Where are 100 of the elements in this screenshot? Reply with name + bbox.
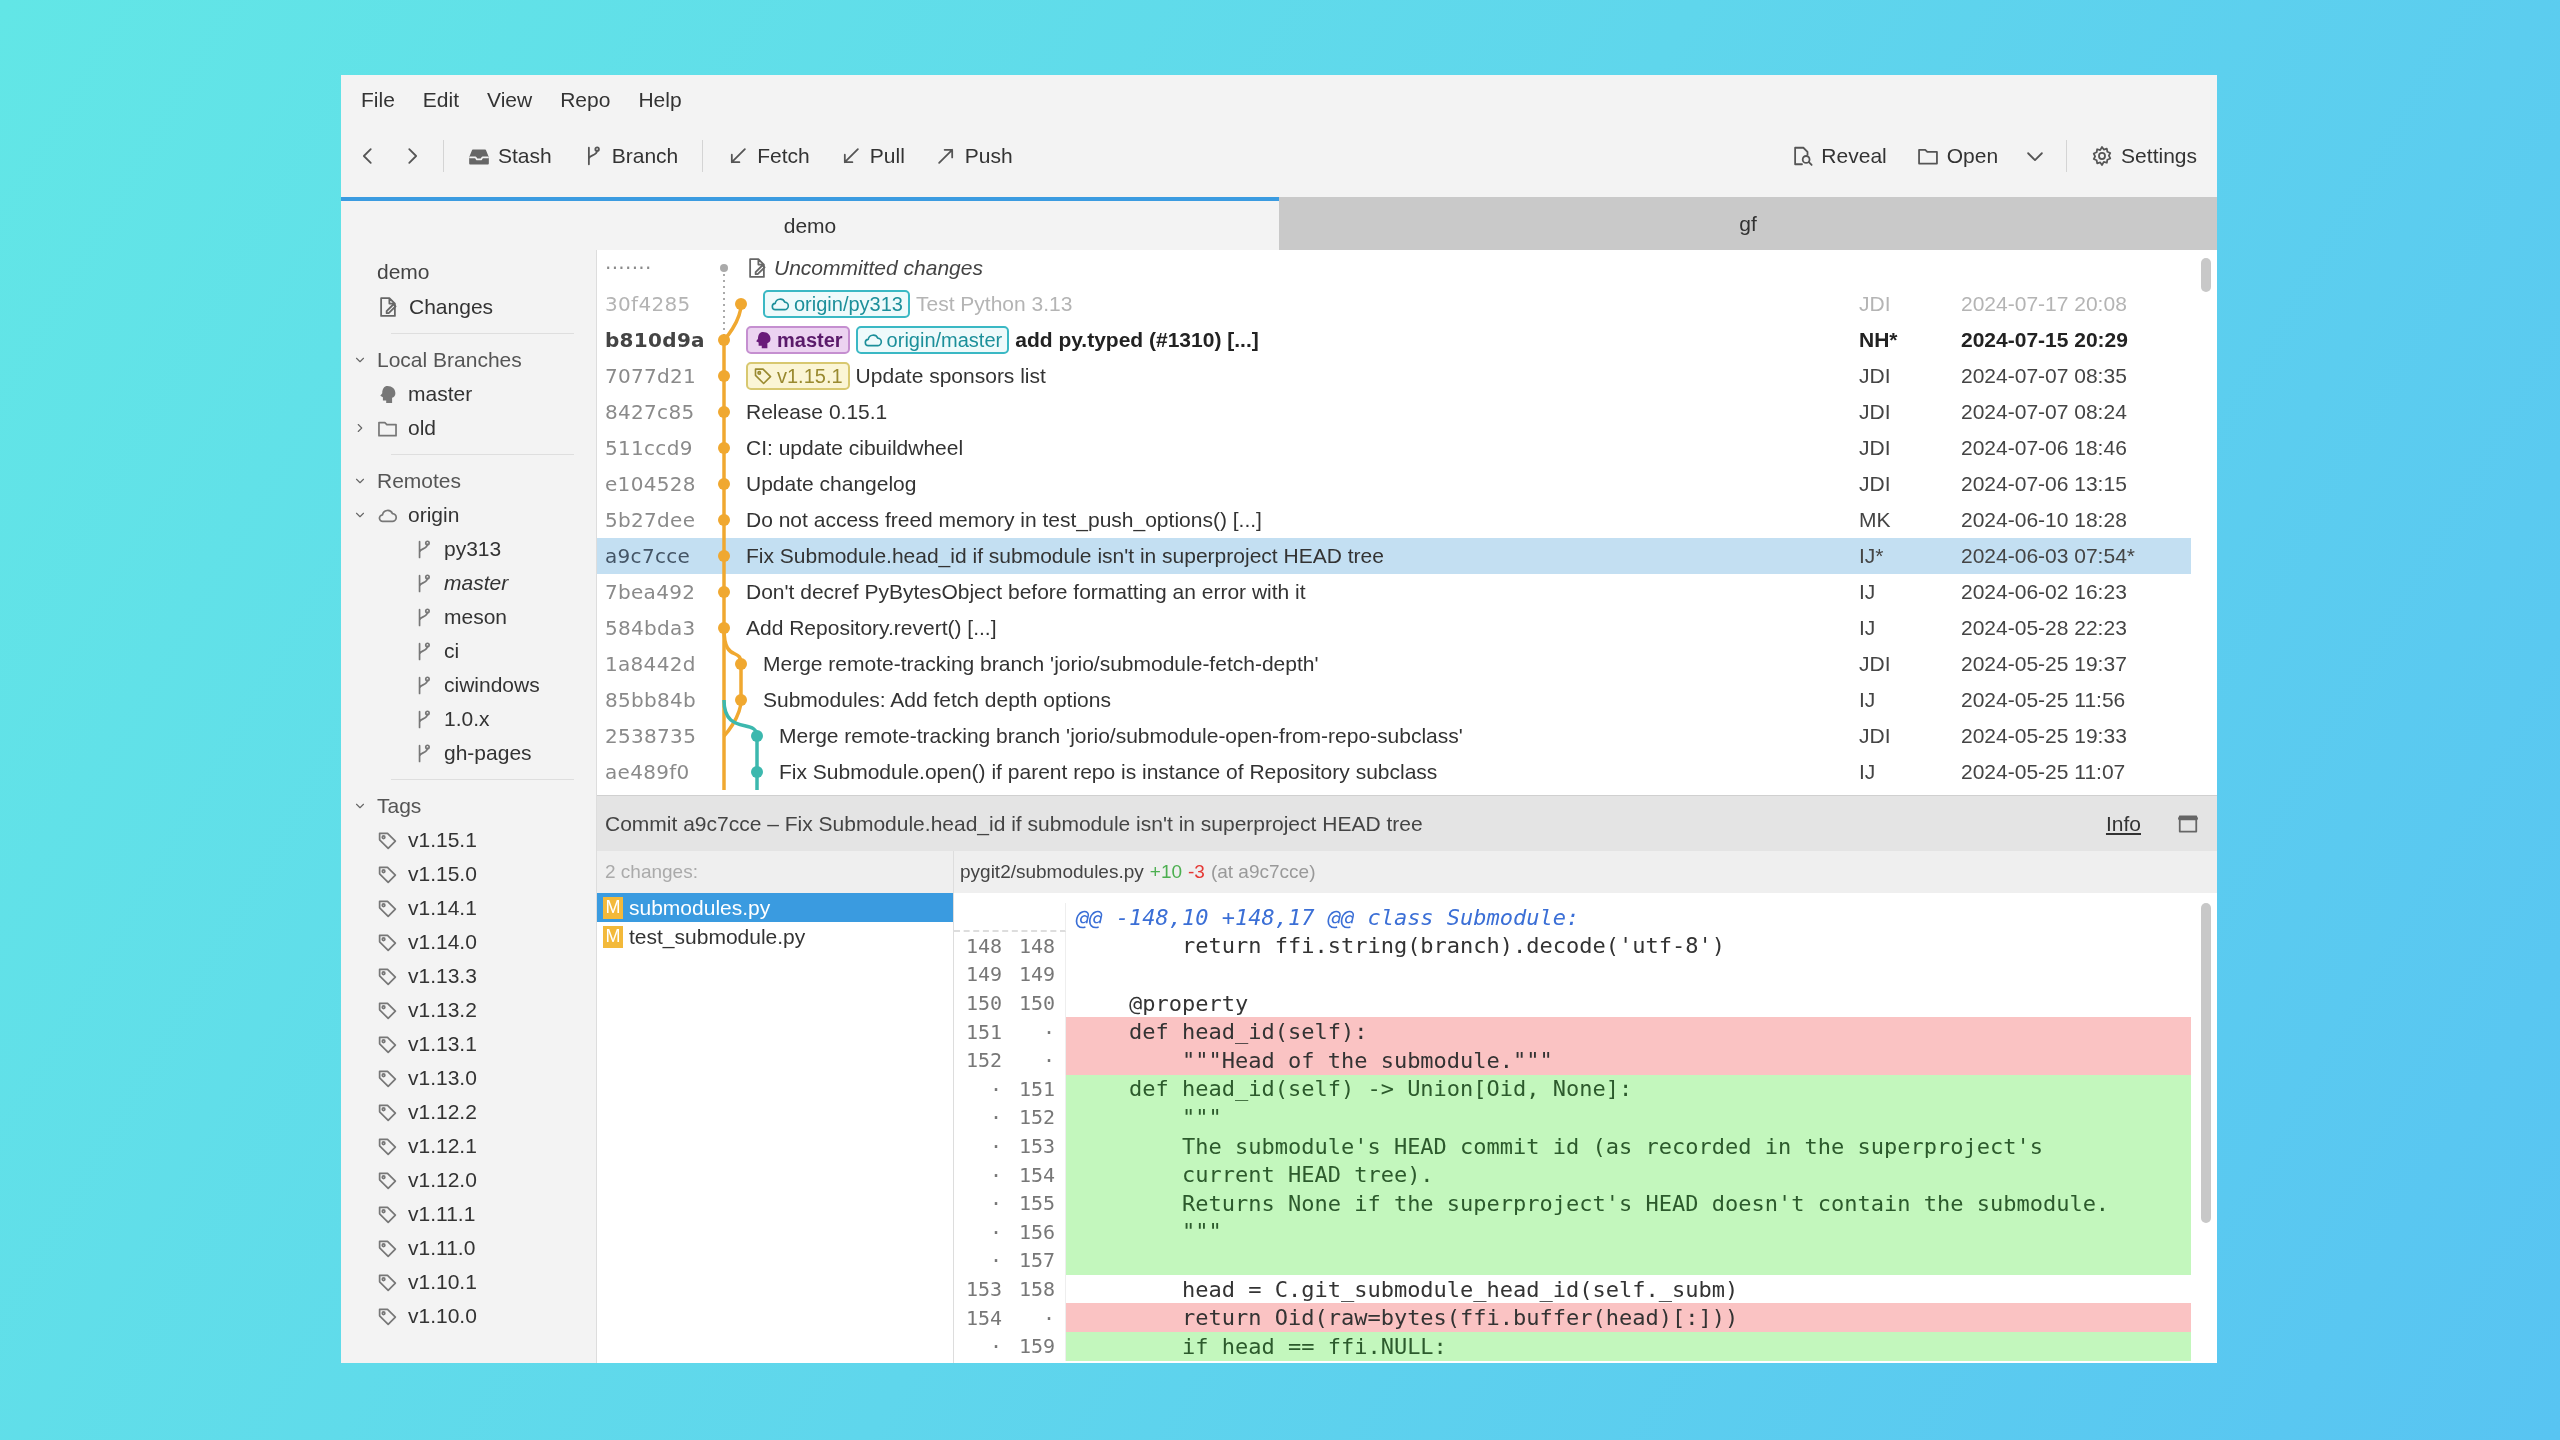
commit-row[interactable]: 584bda3 Add Repository.revert() [...] IJ 2024-05-28 22:23 [597, 610, 2191, 646]
commit-message: Release 0.15.1 [746, 400, 888, 424]
sidebar-item[interactable]: v1.11.0 [353, 1231, 596, 1265]
commit-row[interactable]: 2538735 Merge remote-tracking branch 'jorio/submodule-open-from-repo-subclass' JDI 2024-05-25 19:33 [597, 718, 2191, 754]
tag-icon [377, 1135, 398, 1157]
commit-author: IJ [1859, 760, 1877, 784]
commit-row[interactable]: 85bb84b Submodules: Add fetch depth options IJ 2024-05-25 11:56 [597, 682, 2191, 718]
toolbar-button[interactable]: Pull [827, 138, 917, 174]
commit-hash: ······· [604, 256, 653, 280]
sidebar-item[interactable]: v1.15.1 [353, 823, 596, 857]
line-number: 151 [964, 1019, 1002, 1044]
tag-icon [377, 829, 398, 851]
menu-item[interactable]: Repo [546, 84, 625, 116]
line-number: · [988, 1191, 1002, 1216]
commit-date: 2024-05-25 19:33 [1961, 724, 2128, 748]
sidebar-item[interactable]: Changes [377, 290, 596, 324]
toolbar-button[interactable]: Settings [2079, 138, 2209, 174]
sidebar-item[interactable]: origin [353, 498, 596, 532]
scrollbar[interactable] [2201, 258, 2211, 292]
menu-item[interactable]: Help [624, 84, 696, 116]
menu-item[interactable]: View [473, 84, 547, 116]
commit-date: 2024-06-10 18:28 [1961, 508, 2128, 532]
sidebar-item[interactable]: old [353, 411, 596, 445]
sidebar-item[interactable]: gh-pages [353, 736, 596, 770]
commit-row[interactable]: 7077d21 v1.15.1 Update sponsors list JDI 2024-07-07 08:35 [597, 358, 2191, 394]
line-number: 148 [964, 933, 1002, 958]
sidebar-item[interactable]: v1.15.0 [353, 857, 596, 891]
section-header[interactable]: Local Branches [353, 343, 596, 377]
tag-icon [377, 1237, 398, 1259]
sidebar-item[interactable]: v1.13.0 [353, 1061, 596, 1095]
toolbar-button[interactable]: Stash [456, 138, 564, 174]
line-number: · [1041, 1305, 1055, 1330]
commit-row[interactable]: 8427c85 Release 0.15.1 JDI 2024-07-07 08:24 [597, 394, 2191, 430]
commit-message: add py.typed (#1310) [...] [1015, 328, 1259, 352]
commit-row[interactable]: 511ccd9 CI: update cibuildwheel JDI 2024-07-06 18:46 [597, 430, 2191, 466]
sidebar-item[interactable]: 1.0.x [353, 702, 596, 736]
scrollbar[interactable] [2201, 903, 2211, 1223]
sidebar-item[interactable]: v1.10.0 [353, 1299, 596, 1333]
commit-node [718, 514, 730, 526]
sidebar-item[interactable]: v1.14.1 [353, 891, 596, 925]
commit-row[interactable]: a9c7cce Fix Submodule.head_id if submodule isn't in superproject HEAD tree IJ* 2024-06-03 07:54* [597, 538, 2191, 574]
toolbar-button[interactable]: Reveal [1779, 138, 1899, 174]
sidebar-item[interactable]: v1.13.3 [353, 959, 596, 993]
document-edit-icon [377, 296, 399, 318]
toolbar-button[interactable]: Branch [569, 138, 691, 174]
toolbar-button[interactable]: Push [922, 138, 1025, 174]
commit-message: Update changelog [746, 472, 917, 496]
sidebar-item[interactable]: v1.12.0 [353, 1163, 596, 1197]
commit-node [751, 766, 763, 778]
commit-row[interactable]: e104528 Update changelog JDI 2024-07-06 13:15 [597, 466, 2191, 502]
commit-date: 2024-07-07 08:35 [1961, 364, 2128, 388]
sidebar-item[interactable]: v1.11.1 [353, 1197, 596, 1231]
sidebar-item[interactable]: master [353, 377, 596, 411]
commit-row[interactable]: ae489f0 Fix Submodule.open() if parent repo is instance of Repository subclass IJ 2024-05-25 11:07 [597, 754, 2191, 790]
sidebar-item[interactable]: v1.14.0 [353, 925, 596, 959]
commit-date: 2024-07-06 13:15 [1961, 472, 2128, 496]
commit-author: IJ [1859, 688, 1877, 712]
sidebar-item[interactable]: v1.12.1 [353, 1129, 596, 1163]
sidebar-item[interactable]: v1.13.1 [353, 1027, 596, 1061]
commit-hash: 5b27dee [604, 508, 697, 532]
sidebar-item[interactable]: py313 [353, 532, 596, 566]
toolbar-button[interactable]: Fetch [715, 138, 822, 174]
line-number: · [988, 1076, 1002, 1101]
tab[interactable]: gf [1279, 197, 2217, 250]
menu-item[interactable]: Edit [408, 84, 474, 116]
sidebar-item[interactable]: ciwindows [353, 668, 596, 702]
line-number: 149 [964, 962, 1002, 987]
commit-message: CI: update cibuildwheel [746, 436, 964, 460]
commit-date: 2024-07-17 20:08 [1961, 292, 2128, 316]
commit-hash: b810d9a [604, 328, 706, 352]
commit-message: Test Python 3.13 [915, 292, 1073, 316]
sidebar-item[interactable]: v1.12.2 [353, 1095, 596, 1129]
sidebar-item[interactable]: meson [353, 600, 596, 634]
commit-author: JDI [1859, 472, 1892, 496]
commit-node [718, 478, 730, 490]
toolbar-button[interactable]: Open [1904, 138, 2011, 174]
line-number: · [988, 1334, 1002, 1359]
commit-row[interactable]: ······· Uncommitted changes [597, 250, 2191, 286]
commit-row[interactable]: 30f4285 origin/py313 Test Python 3.13 JDI 2024-07-17 20:08 [597, 286, 2191, 322]
branch-badge: master [746, 326, 850, 354]
commit-date: 2024-05-25 11:56 [1961, 688, 2127, 712]
info-link[interactable]: Info [2105, 811, 2141, 836]
menu-item[interactable]: File [347, 84, 409, 116]
commit-author: JDI [1859, 436, 1892, 460]
commit-hash: 30f4285 [604, 292, 692, 316]
commit-date: 2024-05-25 19:37 [1961, 652, 2128, 676]
file-row[interactable]: M test_submodule.py [597, 922, 953, 951]
commit-node [718, 442, 730, 454]
commit-author: JDI [1859, 292, 1892, 316]
sidebar-item[interactable]: v1.10.1 [353, 1265, 596, 1299]
changes-count: 2 changes: [597, 851, 953, 893]
section-header[interactable]: Remotes [353, 464, 596, 498]
sidebar-item[interactable]: ci [353, 634, 596, 668]
sidebar-item[interactable]: master [353, 566, 596, 600]
commit-row[interactable]: 1a8442d Merge remote-tracking branch 'jorio/submodule-fetch-depth' JDI 2024-05-25 19:37 [597, 646, 2191, 682]
commit-row[interactable]: b810d9a master origin/master add py.typed (#1310) [...] NH* 2024-07-15 20:29 [597, 322, 2191, 358]
commit-row[interactable]: 7bea492 Don't decref PyBytesObject before formatting an error with it IJ 2024-06-02 16:23 [597, 574, 2191, 610]
commit-row[interactable]: 5b27dee Do not access freed memory in test_push_options() [...] MK 2024-06-10 18:28 [597, 502, 2191, 538]
section-header[interactable]: Tags [353, 789, 596, 823]
sidebar-item[interactable]: v1.13.2 [353, 993, 596, 1027]
